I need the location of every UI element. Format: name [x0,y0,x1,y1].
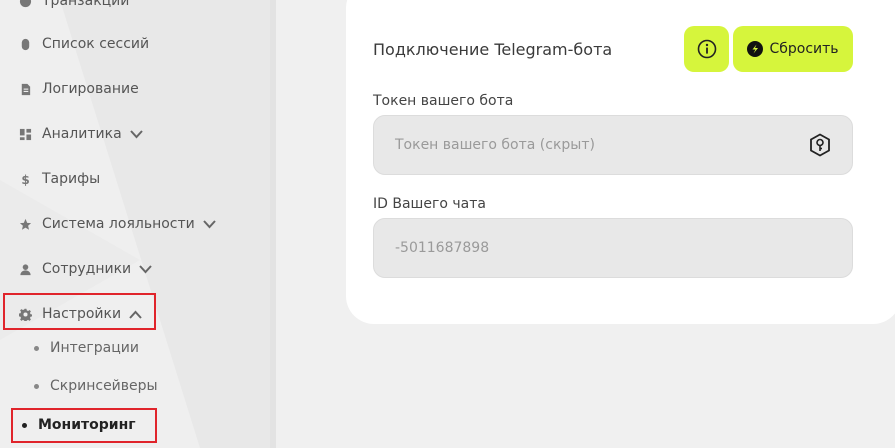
mouse-icon [18,37,32,51]
telegram-bot-card: Подключение Telegram-бота Сбросить Токен… [346,0,895,324]
document-icon [18,82,32,96]
sidebar-item-label: Аналитика [42,126,122,142]
sidebar-item-label: Сотрудники [42,261,132,277]
bullet-icon [34,383,39,389]
main-content: Подключение Telegram-бота Сбросить Токен… [276,0,895,448]
chevron-down-icon [129,127,144,141]
sidebar-subitem-screensavers[interactable]: Скринсейверы [34,374,158,398]
star-icon [18,217,32,231]
dashboard-icon [18,127,32,141]
chevron-down-icon [139,262,153,276]
chat-id-label: ID Вашего чата [373,196,486,212]
token-placeholder: Токен вашего бота (скрыт) [395,137,595,153]
sidebar-item-employees[interactable]: Сотрудники [18,256,153,282]
telegram-reset-icon [747,41,764,57]
user-icon [18,262,32,276]
monitoring-highlight-box [11,408,157,443]
card-title: Подключение Telegram-бота [373,40,613,59]
svg-text:$: $ [21,173,29,186]
sidebar: Транзакции Список сессий Логирование Ана… [0,0,270,448]
sidebar-item-logging[interactable]: Логирование [18,76,139,102]
sidebar-item-label: Транзакции [42,0,130,9]
sidebar-item-label: Тарифы [42,171,101,187]
sidebar-item-label: Система лояльности [42,216,195,232]
sidebar-item-tariffs[interactable]: $ Тарифы [18,166,100,192]
dollar-icon: $ [18,172,32,186]
token-label: Токен вашего бота [373,93,514,109]
sidebar-item-label: Список сессий [42,36,150,52]
token-field[interactable]: Токен вашего бота (скрыт) [373,115,853,175]
info-icon [697,39,716,59]
sidebar-item-analytics[interactable]: Аналитика [18,121,144,147]
chat-id-value: -5011687898 [395,240,490,256]
reset-button[interactable]: Сбросить [733,26,853,72]
sidebar-item-loyalty[interactable]: Система лояльности [18,211,217,237]
sidebar-subitem-integrations[interactable]: Интеграции [34,336,139,360]
chat-id-field[interactable]: -5011687898 [373,218,853,278]
bullet-icon [34,345,39,351]
settings-highlight-box [3,293,156,330]
chevron-down-icon [203,217,217,231]
info-button[interactable] [684,26,729,72]
transactions-icon [18,0,32,8]
sidebar-item-sessions[interactable]: Список сессий [18,31,149,57]
key-hexagon-icon[interactable] [808,133,832,157]
sidebar-item-label: Логирование [42,81,139,97]
sidebar-subitem-label: Скринсейверы [50,378,158,394]
sidebar-item-transactions[interactable]: Транзакции [18,0,129,14]
reset-button-label: Сбросить [769,41,839,57]
sidebar-subitem-label: Интеграции [50,340,139,356]
